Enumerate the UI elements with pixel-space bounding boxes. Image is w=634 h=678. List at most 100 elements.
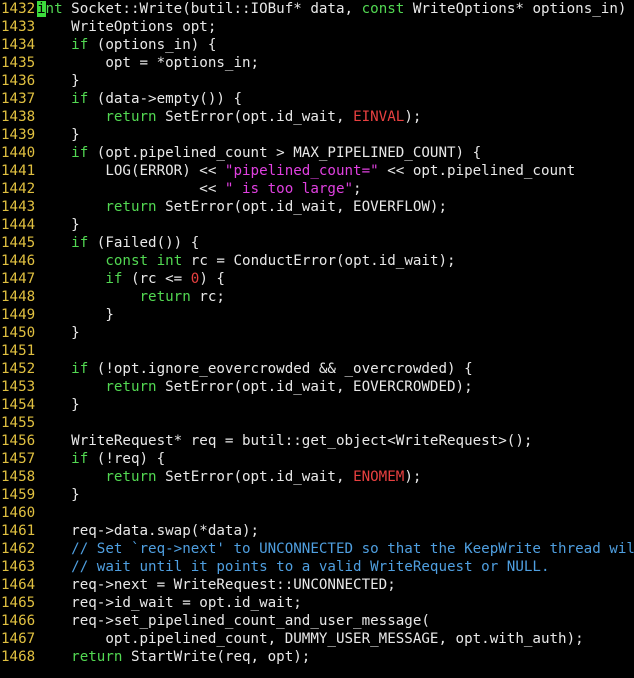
code-token: Socket::Write(butil::IOBuf* data,	[62, 1, 362, 17]
code-token: (rc <=	[122, 271, 191, 287]
code-token: // wait until it points to a valid Write…	[71, 559, 550, 575]
line-code: if (opt.pipelined_count > MAX_PIPELINED_…	[37, 144, 634, 162]
line-number: 1459	[1, 487, 36, 503]
code-line[interactable]: 1460	[0, 504, 634, 522]
code-line[interactable]: 1457 if (!req) {	[0, 450, 634, 468]
code-line[interactable]: 1440 if (opt.pipelined_count > MAX_PIPEL…	[0, 144, 634, 162]
line-code: return SetError(opt.id_wait, EOVERFLOW);	[37, 198, 634, 216]
line-code: }	[37, 396, 634, 414]
line-number: 1453	[1, 379, 36, 395]
code-line[interactable]: 1444 }	[0, 216, 634, 234]
line-number: 1444	[1, 217, 36, 233]
code-token: << opt.pipelined_count	[378, 163, 576, 179]
line-number: 1434	[1, 37, 36, 53]
code-line[interactable]: 1443 return SetError(opt.id_wait, EOVERF…	[0, 198, 634, 216]
code-token: req->next = WriteRequest::UNCONNECTED;	[37, 577, 396, 593]
line-number: 1451	[1, 343, 36, 359]
code-token: WriteOptions opt;	[37, 19, 217, 35]
text-cursor: i	[37, 1, 46, 17]
code-line[interactable]: 1453 return SetError(opt.id_wait, EOVERC…	[0, 378, 634, 396]
code-line[interactable]: 1441 LOG(ERROR) << "pipelined_count=" <<…	[0, 162, 634, 180]
code-token: if	[71, 235, 89, 251]
code-line[interactable]: 1454 }	[0, 396, 634, 414]
code-line[interactable]: 1435 opt = *options_in;	[0, 54, 634, 72]
line-number: 1446	[1, 253, 36, 269]
code-token: );	[404, 469, 422, 485]
line-code: req->data.swap(*data);	[37, 522, 634, 540]
line-code: opt.pipelined_count, DUMMY_USER_MESSAGE,…	[37, 630, 634, 648]
code-line[interactable]: 1450 }	[0, 324, 634, 342]
code-line[interactable]: 1434 if (options_in) {	[0, 36, 634, 54]
line-number: 1438	[1, 109, 36, 125]
code-token: }	[37, 217, 80, 233]
line-number: 1450	[1, 325, 36, 341]
line-number: 1467	[1, 631, 36, 647]
code-line[interactable]: 1462 // Set `req->next' to UNCONNECTED s…	[0, 540, 634, 558]
line-code: }	[37, 216, 634, 234]
code-line[interactable]: 1466 req->set_pipelined_count_and_user_m…	[0, 612, 634, 630]
code-line[interactable]: 1442 << " is too large";	[0, 180, 634, 198]
code-token: const	[361, 1, 405, 17]
code-line[interactable]: 1447 if (rc <= 0) {	[0, 270, 634, 288]
code-line[interactable]: 1446 const int rc = ConductError(opt.id_…	[0, 252, 634, 270]
code-token: <<	[37, 181, 225, 197]
code-token: );	[404, 109, 422, 125]
line-number: 1456	[1, 433, 36, 449]
code-line[interactable]: 1448 return rc;	[0, 288, 634, 306]
line-number: 1435	[1, 55, 36, 71]
code-line[interactable]: 1456 WriteRequest* req = butil::get_obje…	[0, 432, 634, 450]
code-line[interactable]: 1436 }	[0, 72, 634, 90]
code-line[interactable]: 1464 req->next = WriteRequest::UNCONNECT…	[0, 576, 634, 594]
code-line[interactable]: 1451	[0, 342, 634, 360]
line-number: 1457	[1, 451, 36, 467]
code-token: }	[37, 397, 80, 413]
code-token: SetError(opt.id_wait,	[156, 469, 354, 485]
code-token: nt	[45, 1, 63, 17]
line-number: 1437	[1, 91, 36, 107]
code-line[interactable]: 1438 return SetError(opt.id_wait, EINVAL…	[0, 108, 634, 126]
code-line[interactable]: 1432 int Socket::Write(butil::IOBuf* data…	[0, 0, 634, 18]
line-number: 1445	[1, 235, 36, 251]
line-number: 1468	[1, 649, 36, 665]
code-token: }	[37, 325, 80, 341]
code-line[interactable]: 1467 opt.pipelined_count, DUMMY_USER_MES…	[0, 630, 634, 648]
code-editor[interactable]: 1432 int Socket::Write(butil::IOBuf* data…	[0, 0, 634, 678]
line-code: WriteRequest* req = butil::get_object<Wr…	[37, 432, 634, 450]
line-code: if (!opt.ignore_eovercrowded && _overcro…	[37, 360, 634, 378]
code-token: if	[71, 361, 89, 377]
line-number: 1441	[1, 163, 36, 179]
code-line[interactable]: 1455	[0, 414, 634, 432]
line-code: << " is too large";	[37, 180, 634, 198]
code-line[interactable]: 1449 }	[0, 306, 634, 324]
line-number: 1466	[1, 613, 36, 629]
code-line[interactable]: 1461 req->data.swap(*data);	[0, 522, 634, 540]
code-line[interactable]: 1439 }	[0, 126, 634, 144]
code-line[interactable]: 1465 req->id_wait = opt.id_wait;	[0, 594, 634, 612]
code-line[interactable]: 1433 WriteOptions opt;	[0, 18, 634, 36]
code-line[interactable]: 1452 if (!opt.ignore_eovercrowded && _ov…	[0, 360, 634, 378]
line-code: return SetError(opt.id_wait, EINVAL);	[37, 108, 634, 126]
line-number: 1443	[1, 199, 36, 215]
code-token: const	[105, 253, 149, 269]
code-line[interactable]: 1459 }	[0, 486, 634, 504]
code-line[interactable]: 1468 return StartWrite(req, opt);	[0, 648, 634, 666]
code-line[interactable]: 1463 // wait until it points to a valid …	[0, 558, 634, 576]
code-line[interactable]: 1445 if (Failed()) {	[0, 234, 634, 252]
line-code: WriteOptions opt;	[37, 18, 634, 36]
line-code: if (rc <= 0) {	[37, 270, 634, 288]
code-line[interactable]: 1458 return SetError(opt.id_wait, ENOMEM…	[0, 468, 634, 486]
code-line[interactable]: 1437 if (data->empty()) {	[0, 90, 634, 108]
